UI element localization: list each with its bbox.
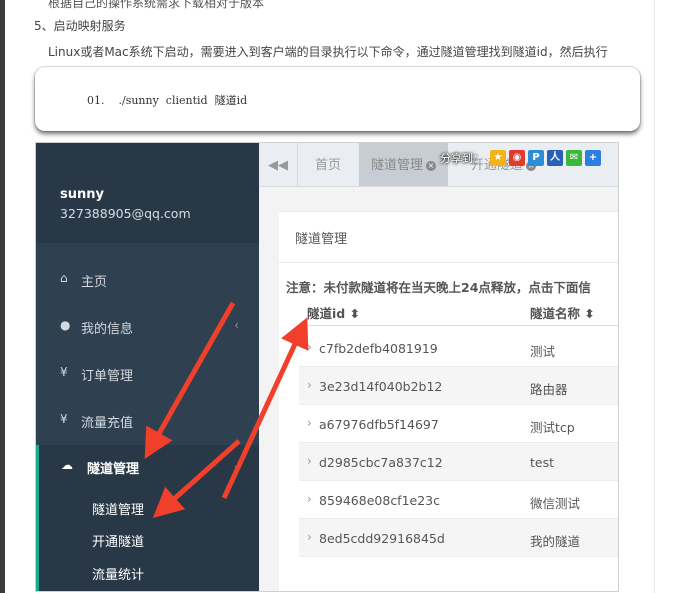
code-block: 01. ./sunny clientid 隧道id (35, 67, 640, 131)
annotation-arrows (144, 301, 309, 518)
page-left-edge (0, 0, 5, 593)
step-description: Linux或者Mac系统下启动，需要进入到客户端的目录执行以下命令，通过隧道管理… (48, 45, 608, 59)
step-title: 5、启动映射服务 (34, 19, 126, 33)
code-line: 01. ./sunny clientid 隧道id (87, 92, 247, 108)
arrow-to-tunnel-menu (144, 301, 236, 460)
intro-text: 根据自己的操作系统需求下载相对于版本 (48, 0, 265, 10)
app-screenshot: sunny 327388905@qq.com ⌂ 主页 ● 我的信息 ‹ ¥ 订… (35, 142, 619, 592)
page-right-border (654, 0, 655, 593)
code-command: ./sunny clientid 隧道id (118, 94, 248, 107)
code-line-number: 01. (87, 94, 105, 107)
arrow-to-tunnel-submenu (152, 439, 241, 518)
arrow-to-tunnel-id (221, 317, 309, 500)
